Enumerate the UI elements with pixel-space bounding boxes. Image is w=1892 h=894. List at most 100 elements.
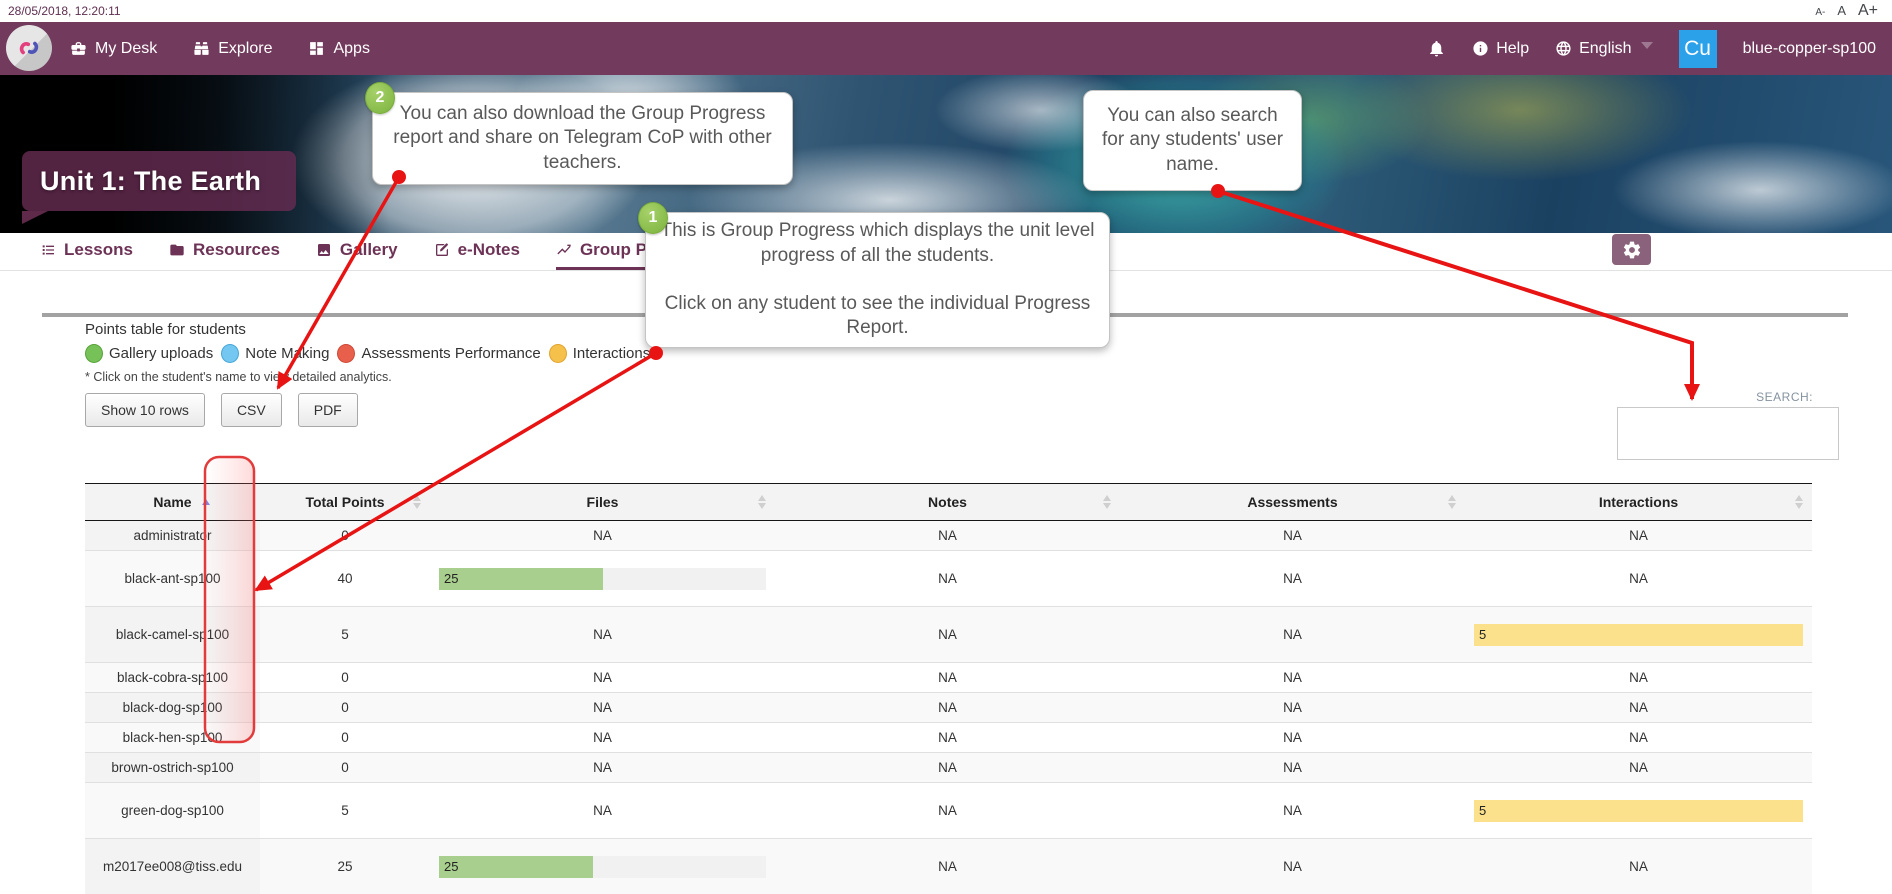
callout-text: This is Group Progress which displays th… — [660, 219, 1095, 341]
sort-icons — [413, 495, 421, 509]
student-name-cell[interactable]: brown-ostrich-sp100 — [85, 753, 260, 783]
interactions-cell: NA — [1465, 521, 1812, 551]
assessments-cell: NA — [1120, 607, 1465, 663]
column-header-notes[interactable]: Notes — [775, 484, 1120, 521]
progress-bar: 25 — [439, 856, 593, 878]
assessments-cell: NA — [1120, 723, 1465, 753]
table-row: black-hen-sp1000NANANANA — [85, 723, 1812, 753]
export-buttons: Show 10 rows CSV PDF — [85, 393, 654, 427]
nav-item-label: Apps — [333, 40, 369, 58]
blue-dot-icon — [221, 344, 239, 363]
browser-top-strip: 28/05/2018, 12:20:11 A- A A+ — [0, 0, 1892, 22]
interactions-cell: NA — [1465, 723, 1812, 753]
username-label: blue-copper-sp100 — [1743, 40, 1876, 58]
column-header-files[interactable]: Files — [430, 484, 775, 521]
font-normal-button[interactable]: A — [1837, 3, 1846, 18]
assessments-cell: NA — [1120, 783, 1465, 839]
legend-item-note-making: Note Making — [221, 344, 329, 363]
points-table: Name Total Points Files Notes Assessment… — [85, 483, 1812, 894]
tab-lessons[interactable]: Lessons — [40, 233, 133, 270]
show-rows-button[interactable]: Show 10 rows — [85, 393, 205, 427]
notes-cell: NA — [775, 607, 1120, 663]
files-cell: NA — [430, 693, 775, 723]
progress-track: 5 — [1474, 624, 1803, 646]
help-link[interactable]: Help — [1472, 40, 1529, 58]
student-name-cell[interactable]: black-ant-sp100 — [85, 551, 260, 607]
student-name-cell[interactable]: black-camel-sp100 — [85, 607, 260, 663]
edit-note-icon — [434, 242, 450, 258]
progress-bar: 25 — [439, 568, 603, 590]
student-name-cell[interactable]: green-dog-sp100 — [85, 783, 260, 839]
nav-menu: My Desk Explore Apps — [70, 40, 370, 58]
settings-button[interactable] — [1612, 234, 1651, 265]
green-dot-icon — [85, 344, 103, 363]
notes-cell: NA — [775, 693, 1120, 723]
list-icon — [40, 242, 56, 258]
notes-cell: NA — [775, 753, 1120, 783]
table-row: black-camel-sp1005NANANA5 — [85, 607, 1812, 663]
notifications-bell-icon[interactable] — [1427, 39, 1446, 58]
interactions-cell: NA — [1465, 663, 1812, 693]
app-logo[interactable] — [6, 25, 52, 71]
sort-icons — [1103, 495, 1111, 509]
total-cell: 0 — [260, 663, 430, 693]
font-larger-button[interactable]: A+ — [1858, 2, 1878, 20]
callout-text: You can also download the Group Progress… — [387, 102, 778, 175]
table-header-row: Name Total Points Files Notes Assessment… — [85, 484, 1812, 521]
assessments-cell: NA — [1120, 551, 1465, 607]
assessments-cell: NA — [1120, 521, 1465, 551]
progress-bar: 5 — [1474, 624, 1803, 646]
column-header-interactions[interactable]: Interactions — [1465, 484, 1812, 521]
legend-item-assessments-performance: Assessments Performance — [337, 344, 540, 363]
total-cell: 40 — [260, 551, 430, 607]
table-row: black-dog-sp1000NANANANA — [85, 693, 1812, 723]
user-avatar[interactable]: Cu — [1679, 30, 1717, 68]
column-header-total-points[interactable]: Total Points — [260, 484, 430, 521]
student-name-cell[interactable]: black-dog-sp100 — [85, 693, 260, 723]
pdf-button[interactable]: PDF — [298, 393, 358, 427]
font-smaller-button[interactable]: A- — [1815, 7, 1825, 18]
callout-badge-2: 2 — [365, 82, 395, 114]
red-dot-icon — [337, 344, 355, 363]
table-body: administrator0NANANANAblack-ant-sp100402… — [85, 521, 1812, 894]
image-icon — [316, 242, 332, 258]
total-cell: 25 — [260, 839, 430, 894]
search-label: SEARCH: — [1617, 390, 1813, 404]
student-name-cell[interactable]: m2017ee008@tiss.edu — [85, 839, 260, 894]
ribbon-fold — [22, 211, 48, 224]
interactions-cell: 5 — [1465, 607, 1812, 663]
main-navbar: My Desk Explore Apps Help English Cu — [0, 22, 1892, 75]
callout-text: You can also search for any students' us… — [1098, 104, 1287, 177]
tab-label: Lessons — [64, 240, 133, 260]
chevron-down-icon — [1641, 42, 1653, 49]
column-header-name[interactable]: Name — [85, 484, 260, 521]
tab-e-notes[interactable]: e-Notes — [434, 233, 520, 270]
folder-icon — [169, 242, 185, 258]
column-header-assessments[interactable]: Assessments — [1120, 484, 1465, 521]
tab-resources[interactable]: Resources — [169, 233, 280, 270]
search-input[interactable] — [1617, 407, 1839, 460]
nav-item-my-desk[interactable]: My Desk — [70, 40, 157, 58]
callout-badge-1: 1 — [638, 202, 668, 234]
help-label: Help — [1496, 40, 1529, 58]
table-toolbar: Points table for students Gallery upload… — [85, 321, 654, 427]
yellow-dot-icon — [549, 344, 567, 363]
nav-item-apps[interactable]: Apps — [308, 40, 369, 58]
sort-icons — [1795, 495, 1803, 509]
student-name-cell[interactable]: black-hen-sp100 — [85, 723, 260, 753]
nav-item-explore[interactable]: Explore — [193, 40, 272, 58]
csv-button[interactable]: CSV — [221, 393, 282, 427]
legend-item-interactions: Interactions — [549, 344, 651, 363]
table-row: green-dog-sp1005NANANA5 — [85, 783, 1812, 839]
total-cell: 0 — [260, 753, 430, 783]
student-name-cell[interactable]: administrator — [85, 521, 260, 551]
sort-icons — [1448, 495, 1456, 509]
language-selector[interactable]: English — [1555, 40, 1652, 58]
notes-cell: NA — [775, 521, 1120, 551]
student-name-cell[interactable]: black-cobra-sp100 — [85, 663, 260, 693]
files-cell: NA — [430, 783, 775, 839]
unit-title: Unit 1: The Earth — [22, 151, 296, 211]
briefcase-icon — [70, 40, 87, 57]
tab-gallery[interactable]: Gallery — [316, 233, 398, 270]
interactions-cell: 5 — [1465, 783, 1812, 839]
